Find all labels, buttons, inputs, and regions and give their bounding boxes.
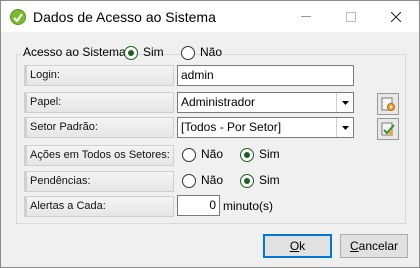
papel-select[interactable]: Administrador	[177, 92, 354, 113]
acesso-nao-label[interactable]: Não	[200, 45, 222, 59]
window-title: Dados de Acesso ao Sistema	[33, 9, 216, 25]
acoes-nao-radio[interactable]	[182, 148, 196, 162]
papel-edit-button[interactable]	[377, 93, 399, 115]
document-settings-icon	[381, 97, 395, 111]
maximize-button[interactable]	[328, 1, 373, 32]
pendencias-label: Pendências:	[24, 171, 174, 192]
maximize-icon	[345, 11, 356, 22]
cancel-button[interactable]: Cancelar	[340, 234, 408, 258]
minimize-icon	[300, 16, 311, 17]
acesso-nao-radio[interactable]	[181, 46, 195, 60]
setor-select-value: [Todos - Por Setor]	[181, 120, 282, 134]
document-check-icon	[381, 122, 395, 136]
setor-label: Setor Padrão:	[24, 117, 174, 138]
login-input[interactable]: admin	[177, 65, 354, 86]
papel-select-value: Administrador	[181, 95, 256, 109]
dialog-window: Dados de Acesso ao Sistema Acesso ao Sis…	[0, 0, 420, 268]
login-label: Login:	[24, 65, 174, 86]
cancel-rest: ancelar	[358, 239, 399, 253]
acoes-label: Ações em Todos os Setores:	[24, 145, 174, 166]
alertas-input[interactable]: 0	[177, 195, 220, 216]
setor-dropdown-arrow[interactable]	[336, 118, 353, 137]
pendencias-sim-radio[interactable]	[240, 174, 254, 188]
acesso-sim-radio[interactable]	[124, 46, 138, 60]
setor-select-button[interactable]	[377, 118, 399, 140]
alertas-unit: minuto(s)	[223, 199, 274, 213]
chevron-down-icon	[341, 100, 349, 105]
pendencias-nao-label[interactable]: Não	[201, 173, 223, 187]
acesso-sim-label[interactable]: Sim	[143, 45, 164, 59]
ok-accel: O	[289, 239, 300, 253]
minimize-button[interactable]	[283, 1, 328, 32]
acesso-label: Acesso ao Sistema:	[23, 45, 130, 59]
acoes-nao-label[interactable]: Não	[201, 147, 223, 161]
pendencias-sim-label[interactable]: Sim	[259, 173, 280, 187]
title-bar: Dados de Acesso ao Sistema	[1, 1, 419, 32]
ok-button[interactable]: Ok	[263, 234, 332, 258]
cancel-accel: C	[349, 239, 359, 253]
alertas-label: Alertas a Cada:	[24, 196, 174, 217]
papel-label: Papel:	[24, 92, 174, 113]
app-logo-icon	[10, 9, 26, 25]
chevron-down-icon	[341, 125, 349, 130]
papel-dropdown-arrow[interactable]	[336, 93, 353, 112]
acoes-sim-label[interactable]: Sim	[259, 147, 280, 161]
pendencias-nao-radio[interactable]	[182, 174, 196, 188]
setor-select[interactable]: [Todos - Por Setor]	[177, 117, 354, 138]
ok-rest: k	[299, 239, 306, 253]
acoes-sim-radio[interactable]	[240, 148, 254, 162]
close-icon	[390, 11, 401, 22]
close-button[interactable]	[373, 1, 418, 32]
